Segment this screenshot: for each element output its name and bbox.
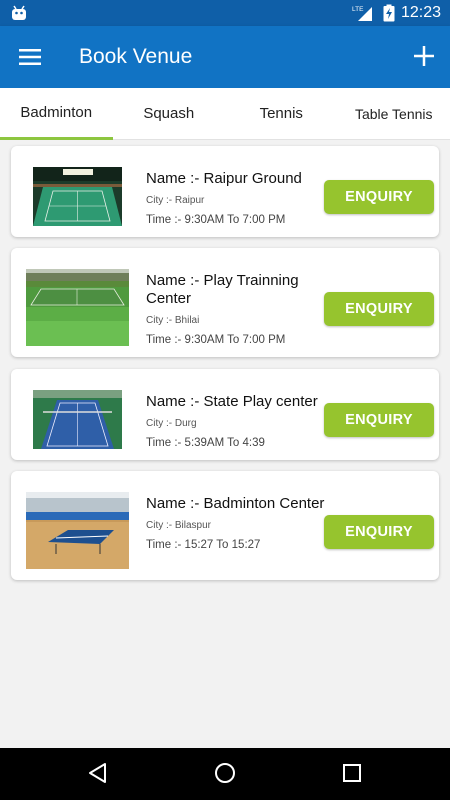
venue-city: City :- Durg — [146, 418, 197, 429]
venue-image — [33, 167, 122, 226]
tab-badminton[interactable]: Badminton — [0, 88, 113, 140]
menu-icon[interactable] — [18, 45, 42, 69]
add-icon[interactable] — [412, 44, 436, 68]
venue-time: Time :- 15:27 To 15:27 — [146, 539, 261, 551]
venue-name: Name :- State Play center — [146, 393, 318, 410]
venue-name: Name :- Play Trainning Center — [146, 272, 299, 307]
tab-squash[interactable]: Squash — [113, 88, 226, 140]
home-icon[interactable] — [214, 762, 236, 784]
enquiry-button[interactable]: ENQUIRY — [324, 292, 434, 326]
signal-icon: LTE — [352, 6, 372, 21]
venue-card[interactable]: Name :- Play Trainning Center City :- Bh… — [11, 248, 439, 357]
battery-icon — [383, 4, 395, 22]
recents-icon[interactable] — [341, 762, 363, 784]
android-icon — [12, 5, 26, 20]
venue-card[interactable]: Name :- Raipur Ground City :- Raipur Tim… — [11, 146, 439, 237]
app-bar: Book Venue — [0, 26, 450, 88]
venue-city: City :- Bhilai — [146, 315, 200, 326]
page-title: Book Venue — [79, 45, 193, 68]
venue-image — [26, 269, 129, 346]
tab-tennis[interactable]: Tennis — [225, 88, 338, 140]
venue-name: Name :- Raipur Ground — [146, 170, 302, 187]
venue-time: Time :- 9:30AM To 7:00 PM — [146, 214, 286, 226]
sport-tabs: Badminton Squash Tennis Table Tennis — [0, 88, 450, 140]
back-icon[interactable] — [87, 762, 109, 784]
venue-name: Name :- Badminton Center — [146, 495, 325, 512]
status-time: 12:23 — [401, 4, 442, 21]
enquiry-button[interactable]: ENQUIRY — [324, 180, 434, 214]
venue-city: City :- Raipur — [146, 195, 205, 206]
venue-card[interactable]: Name :- State Play center City :- Durg T… — [11, 369, 439, 460]
venue-image — [33, 390, 122, 449]
enquiry-button[interactable]: ENQUIRY — [324, 515, 434, 549]
venue-time: Time :- 9:30AM To 7:00 PM — [146, 334, 286, 346]
venue-city: City :- Bilaspur — [146, 520, 212, 531]
venue-time: Time :- 5:39AM To 4:39 — [146, 437, 265, 449]
venue-card[interactable]: Name :- Badminton Center City :- Bilaspu… — [11, 471, 439, 580]
tab-table-tennis[interactable]: Table Tennis — [338, 88, 450, 140]
system-nav-bar — [0, 748, 450, 800]
venue-image — [26, 492, 129, 569]
status-bar: LTE 12:23 — [0, 0, 450, 26]
network-type: LTE — [352, 6, 364, 13]
enquiry-button[interactable]: ENQUIRY — [324, 403, 434, 437]
